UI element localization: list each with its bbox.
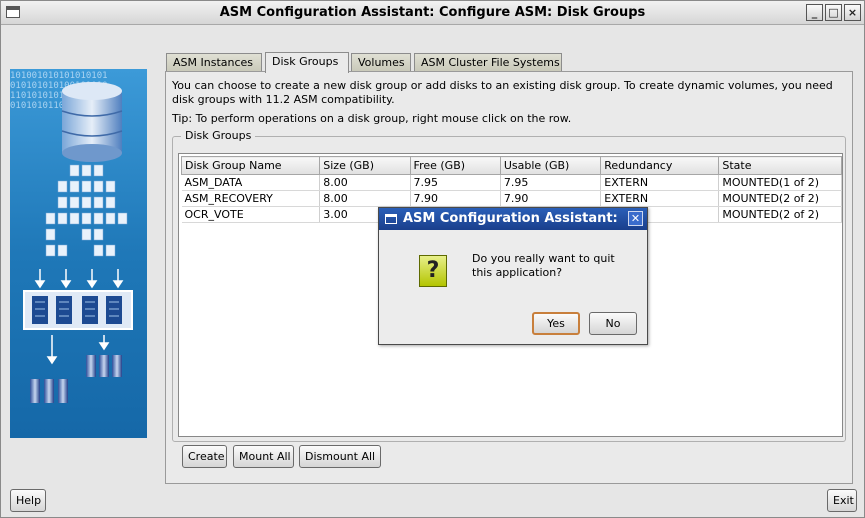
- cell-disk-group-name: ASM_DATA: [181, 174, 321, 191]
- column-header-size[interactable]: Size (GB): [319, 156, 411, 175]
- disk-groups-box-label: Disk Groups: [181, 129, 256, 142]
- yes-button[interactable]: Yes: [532, 312, 580, 335]
- window-title: ASM Configuration Assistant: Configure A…: [219, 5, 646, 20]
- column-header-redundancy[interactable]: Redundancy: [600, 156, 720, 175]
- cell-free: 7.90: [410, 190, 501, 207]
- dialog-title-bar[interactable]: ASM Configuration Assistant: ✕: [379, 208, 647, 230]
- exit-button[interactable]: Exit: [827, 489, 857, 512]
- no-button[interactable]: No: [589, 312, 637, 335]
- create-button[interactable]: Create: [182, 445, 227, 468]
- panel-description: You can choose to create a new disk grou…: [172, 79, 833, 106]
- cell-state: MOUNTED(1 of 2): [718, 174, 842, 191]
- cell-disk-group-name: OCR_VOTE: [181, 206, 321, 223]
- cell-size: 8.00: [319, 174, 411, 191]
- mount-all-button[interactable]: Mount All: [233, 445, 294, 468]
- column-header-usable[interactable]: Usable (GB): [499, 156, 602, 175]
- tab-asm-instances[interactable]: ASM Instances: [166, 53, 262, 72]
- dialog-message: Do you really want to quit this applicat…: [472, 252, 615, 279]
- column-header-free[interactable]: Free (GB): [409, 156, 501, 175]
- cell-redundancy: EXTERN: [600, 190, 720, 207]
- side-banner-image: 101001010101010101 010101010100101010 11…: [10, 69, 147, 438]
- title-bar[interactable]: ASM Configuration Assistant: Configure A…: [1, 1, 864, 25]
- svg-text:101001010101010101: 101001010101010101: [10, 71, 108, 81]
- maximize-button[interactable]: □: [825, 4, 842, 21]
- cell-usable: 7.95: [500, 174, 602, 191]
- dialog-close-button[interactable]: ✕: [628, 211, 643, 226]
- cell-disk-group-name: ASM_RECOVERY: [181, 190, 321, 207]
- column-header-state[interactable]: State: [718, 156, 842, 175]
- help-button[interactable]: Help: [10, 489, 46, 512]
- cell-state: MOUNTED(2 of 2): [718, 206, 842, 223]
- panel-tip: Tip: To perform operations on a disk gro…: [172, 112, 572, 125]
- table-header-row: Disk Group Name Size (GB) Free (GB) Usab…: [180, 156, 842, 175]
- close-button[interactable]: ×: [844, 4, 861, 21]
- dismount-all-button[interactable]: Dismount All: [299, 445, 381, 468]
- dialog-window-icon: [385, 214, 397, 224]
- tab-asm-cluster-file-systems[interactable]: ASM Cluster File Systems: [414, 53, 562, 72]
- question-icon: ?: [419, 255, 447, 287]
- cell-free: 7.95: [410, 174, 501, 191]
- cell-size: 8.00: [319, 190, 411, 207]
- cell-state: MOUNTED(2 of 2): [718, 190, 842, 207]
- main-window: ASM Configuration Assistant: Configure A…: [0, 0, 865, 518]
- quit-confirmation-dialog: ASM Configuration Assistant: ✕ ? Do you …: [378, 207, 648, 345]
- tab-disk-groups[interactable]: Disk Groups: [265, 52, 349, 73]
- table-row[interactable]: ASM_RECOVERY 8.00 7.90 7.90 EXTERN MOUNT…: [181, 190, 842, 207]
- cell-usable: 7.90: [500, 190, 602, 207]
- cell-redundancy: EXTERN: [600, 174, 720, 191]
- tab-volumes[interactable]: Volumes: [351, 53, 411, 72]
- table-row[interactable]: ASM_DATA 8.00 7.95 7.95 EXTERN MOUNTED(1…: [181, 174, 842, 191]
- minimize-button[interactable]: _: [806, 4, 823, 21]
- column-header-disk-group-name[interactable]: Disk Group Name: [180, 156, 321, 175]
- dialog-title: ASM Configuration Assistant:: [403, 211, 618, 226]
